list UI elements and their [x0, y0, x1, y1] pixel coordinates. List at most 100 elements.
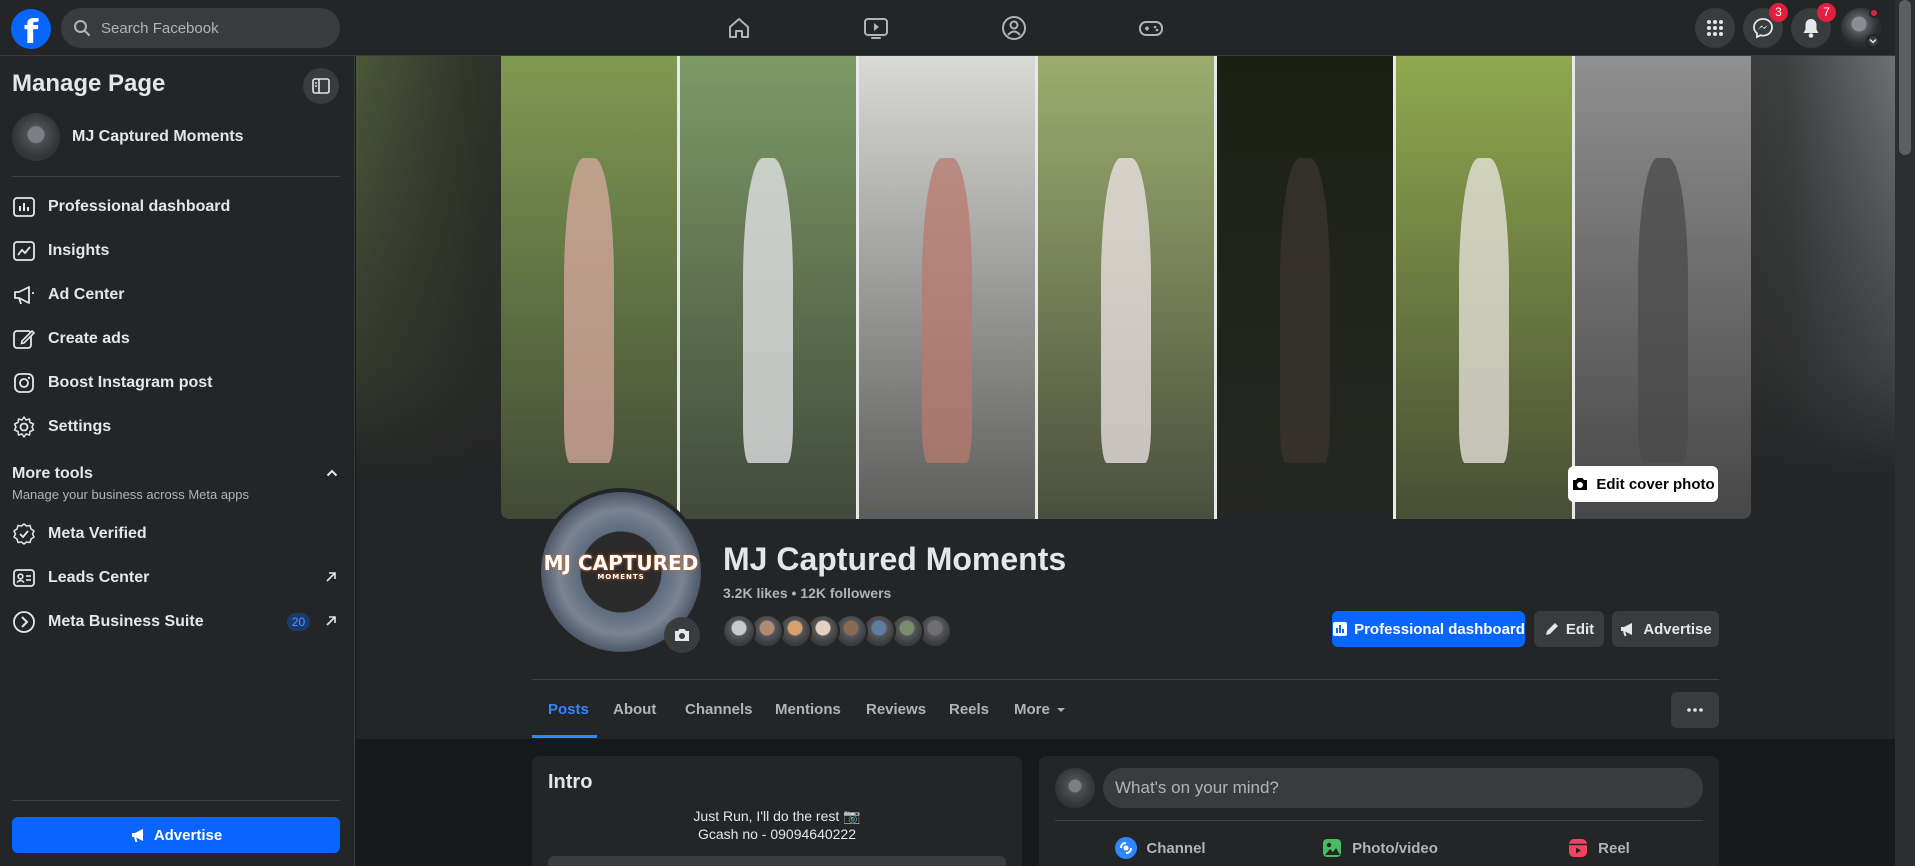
reel-icon: [1566, 836, 1590, 860]
sidebar-item-label: Boost Instagram post: [48, 374, 213, 391]
composer-channel-button[interactable]: Channel: [1055, 828, 1265, 866]
page-main-area: Edit cover photo MJ CAPTURED MOMENTS MJ C…: [356, 56, 1895, 866]
notifications-badge: 7: [1817, 3, 1836, 22]
composer-action-label: Reel: [1598, 839, 1630, 857]
search-box[interactable]: [61, 8, 340, 48]
messenger-button[interactable]: 3: [1743, 3, 1788, 48]
chevron-down-icon: [1868, 36, 1878, 46]
cover-photo[interactable]: [501, 56, 1751, 519]
page-stats[interactable]: 3.2K likes • 12K followers: [723, 585, 891, 601]
nav-video[interactable]: [821, 8, 931, 48]
tab-posts[interactable]: Posts: [548, 680, 589, 739]
sidebar-item-label: Meta Business Suite: [48, 613, 204, 630]
notifications-button[interactable]: 7: [1791, 3, 1836, 48]
notification-count-badge: 20: [287, 613, 310, 631]
edit-page-button[interactable]: Edit: [1534, 611, 1604, 647]
tab-reviews[interactable]: Reviews: [866, 680, 926, 739]
professional-dashboard-label: Professional dashboard: [1354, 620, 1525, 638]
page-avatar-small: [12, 113, 60, 161]
sidebar-title: Manage Page: [12, 70, 166, 97]
pencil-icon: [1544, 621, 1560, 637]
sidebar-item-meta-business-suite[interactable]: Meta Business Suite 20: [12, 604, 342, 640]
composer-reel-button[interactable]: Reel: [1493, 828, 1703, 866]
facebook-logo[interactable]: f: [11, 9, 51, 49]
sidebar-page-switcher[interactable]: MJ Captured Moments: [12, 113, 342, 163]
megaphone-icon: [12, 283, 36, 307]
page-scrollbar[interactable]: [1895, 0, 1915, 866]
more-dots-icon: [1687, 708, 1703, 712]
professional-dashboard-button[interactable]: Professional dashboard: [1332, 611, 1525, 647]
advertise-label: Advertise: [1643, 620, 1712, 638]
sidebar-item-professional-dashboard[interactable]: Professional dashboard: [12, 189, 342, 225]
sidebar-panel-icon: [312, 78, 330, 94]
sidebar-item-leads-center[interactable]: Leads Center: [12, 560, 342, 596]
advertise-button[interactable]: Advertise: [1612, 611, 1719, 647]
tab-mentions[interactable]: Mentions: [775, 680, 841, 739]
advertise-label: Advertise: [153, 826, 223, 844]
nav-groups[interactable]: [959, 8, 1069, 48]
sidebar-item-create-ads[interactable]: Create ads: [12, 321, 342, 357]
cover-photo-panel: [501, 56, 680, 519]
gaming-icon: [1137, 15, 1165, 41]
nav-gaming[interactable]: [1096, 8, 1206, 48]
sidebar-item-label: Create ads: [48, 330, 130, 347]
groups-icon: [1001, 15, 1027, 41]
composer-avatar[interactable]: [1055, 768, 1095, 808]
tab-channels[interactable]: Channels: [685, 680, 753, 739]
cover-photo-panel: [1217, 56, 1396, 519]
tab-reels[interactable]: Reels: [949, 680, 989, 739]
cover-photo-panel: [1396, 56, 1575, 519]
home-icon: [726, 15, 752, 41]
pencil-icon: [12, 327, 36, 351]
dashboard-icon: [1332, 621, 1348, 637]
more-options-button[interactable]: [1671, 692, 1719, 728]
intro-title: Intro: [548, 771, 593, 793]
page-logo: MJ CAPTURED MOMENTS: [543, 551, 699, 581]
menu-button[interactable]: [1695, 8, 1735, 48]
tab-more[interactable]: More: [1014, 680, 1066, 739]
business-suite-icon: [12, 610, 36, 634]
more-tools-heading[interactable]: More tools: [12, 465, 93, 483]
sidebar-page-name: MJ Captured Moments: [72, 128, 244, 145]
camera-icon: [1571, 476, 1589, 492]
megaphone-icon: [1619, 620, 1637, 638]
composer-input[interactable]: What's on your mind?: [1103, 768, 1703, 808]
update-profile-picture-button[interactable]: [664, 617, 700, 653]
composer-photo-video-button[interactable]: Photo/video: [1274, 828, 1484, 866]
sidebar-item-settings[interactable]: Settings: [12, 409, 342, 445]
sidebar-item-insights[interactable]: Insights: [12, 233, 342, 269]
composer-action-label: Photo/video: [1352, 839, 1438, 857]
composer-action-label: Channel: [1146, 839, 1206, 857]
sidebar-item-boost-instagram-post[interactable]: Boost Instagram post: [12, 365, 342, 401]
grid-menu-icon: [1705, 18, 1725, 38]
external-link-icon: [324, 614, 338, 628]
composer-divider: [1055, 820, 1703, 821]
verified-icon: [12, 522, 36, 546]
sidebar-collapse-button[interactable]: [303, 68, 339, 104]
cover-photo-panel: [1575, 56, 1751, 519]
account-menu-chevron[interactable]: [1866, 34, 1880, 48]
sidebar-item-label: Ad Center: [48, 286, 125, 303]
messenger-badge: 3: [1769, 3, 1788, 22]
sidebar-item-meta-verified[interactable]: Meta Verified: [12, 516, 342, 552]
cover-photo-panel: [680, 56, 859, 519]
sidebar-item-label: Meta Verified: [48, 525, 147, 542]
sidebar-item-ad-center[interactable]: Ad Center: [12, 277, 342, 313]
intro-edit-button[interactable]: [548, 856, 1006, 866]
nav-home[interactable]: [684, 8, 794, 48]
tab-about[interactable]: About: [613, 680, 656, 739]
caret-down-icon: [1056, 706, 1066, 714]
sidebar-advertise-button[interactable]: Advertise: [12, 817, 340, 853]
channel-icon: [1114, 836, 1138, 860]
intro-card: Intro Just Run, I'll do the rest 📷 Gcash…: [532, 756, 1022, 866]
search-input[interactable]: [101, 8, 331, 48]
scrollbar-thumb[interactable]: [1899, 0, 1911, 155]
external-link-icon: [324, 570, 338, 584]
follower-avatar[interactable]: [722, 614, 756, 648]
more-tools-subtitle: Manage your business across Meta apps: [12, 487, 250, 502]
edit-cover-photo-button[interactable]: Edit cover photo: [1568, 466, 1718, 502]
search-icon: [73, 19, 91, 37]
video-icon: [862, 15, 890, 41]
chevron-up-icon[interactable]: [325, 466, 339, 480]
edit-label: Edit: [1565, 620, 1595, 638]
